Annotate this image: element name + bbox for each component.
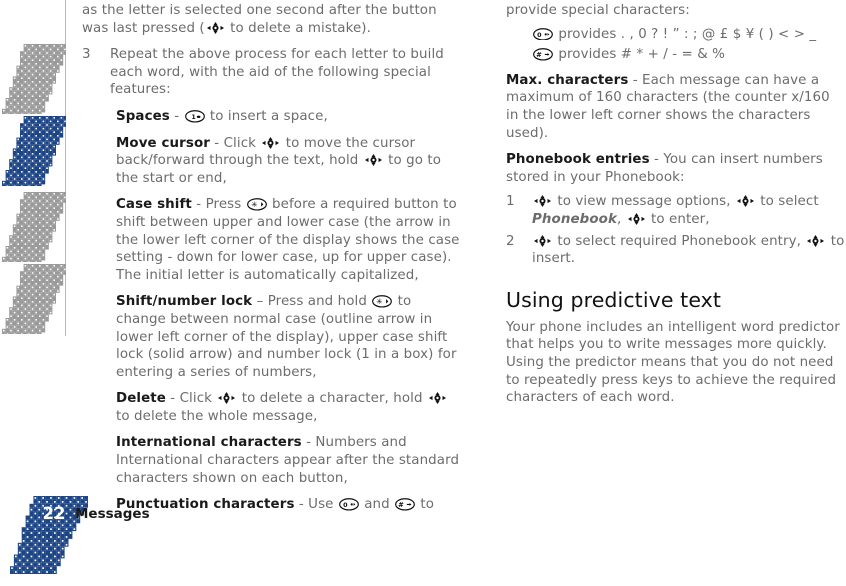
step-number: 2: [506, 233, 515, 249]
special-chars-text: provides . , 0 ? ! ” : ; @ £ $ ¥ ( ) < >…: [558, 26, 817, 42]
definition-dash: -: [301, 435, 316, 451]
step-text-3: ,: [616, 211, 626, 227]
joystick-navigation-icon: [364, 153, 383, 167]
chapter-tab-strip: [0, 0, 68, 340]
definition-term: Phonebook entries: [506, 152, 650, 168]
definition-international-characters: International characters - Numbers and I…: [82, 434, 460, 487]
list-number: 3: [82, 47, 91, 63]
chapter-tab-inactive-3[interactable]: [2, 264, 66, 336]
section-body: Your phone includes an intelligent word …: [506, 319, 840, 406]
definition-term: Spaces: [116, 108, 170, 124]
definition-dash: -: [169, 108, 184, 124]
step-text-2: to select: [755, 194, 819, 210]
definition-text-after: to delete the whole message,: [116, 408, 318, 424]
joystick-navigation-icon: [736, 194, 755, 208]
chapter-tab-inactive-2[interactable]: [2, 192, 66, 264]
definition-spaces: Spaces - 1 to insert a space,: [82, 108, 460, 126]
definition-term: International characters: [116, 435, 302, 451]
joystick-navigation-icon: [533, 234, 552, 248]
step-text-1: to view message options,: [553, 194, 735, 210]
phone-key-hash-icon: #: [533, 48, 553, 61]
svg-text:✳: ✳: [376, 297, 383, 306]
definition-max-characters: Max. characters - Each message can have …: [506, 72, 846, 142]
definition-text-before: Click: [179, 391, 217, 407]
svg-text:0: 0: [537, 31, 542, 38]
svg-text:✳: ✳: [251, 200, 258, 209]
definition-text-before: Click: [223, 135, 261, 151]
list-item-text: Repeat the above process for each letter…: [110, 47, 444, 98]
left-text-column: as the letter is selected one second aft…: [82, 0, 460, 523]
continued-line-2-before: was last pressed (: [82, 20, 205, 36]
phone-key-1-icon: 1: [184, 110, 205, 123]
definition-text: to insert a space,: [205, 108, 328, 124]
definition-dash: -: [191, 197, 206, 213]
continued-line-2-after: to delete a mistake).: [225, 20, 371, 36]
definition-text-before: Press and hold: [267, 294, 372, 310]
continued-line: provide special characters:: [506, 3, 690, 18]
chapter-tab-inactive-1[interactable]: [2, 44, 66, 116]
continued-paragraph: as the letter is selected one second aft…: [82, 2, 460, 37]
definition-phonebook-entries: Phonebook entries - You can insert numbe…: [506, 151, 846, 186]
joystick-navigation-icon: [217, 391, 236, 405]
special-chars-line-0: 0 provides . , 0 ? ! ” : ; @ £ $ ¥ ( ) <…: [506, 26, 846, 44]
svg-text:1: 1: [191, 114, 195, 121]
joystick-navigation-icon: [206, 21, 225, 35]
definition-term: Shift/number lock: [116, 294, 253, 310]
definition-term: Case shift: [116, 197, 192, 213]
joystick-navigation-icon: [261, 136, 280, 150]
page-footer: 22 Messages: [0, 490, 846, 586]
definition-dash: -: [165, 391, 180, 407]
page-number: 22: [42, 504, 66, 523]
definition-delete: Delete - Click to delete a character, ho…: [82, 390, 460, 425]
joystick-navigation-icon: [806, 234, 825, 248]
phonebook-step-1: 1 to view message options, to select Pho…: [506, 193, 846, 228]
definition-shift-number-lock: Shift/number lock – Press and hold ✳ to …: [82, 293, 460, 381]
definition-text-mid: to delete a character, hold: [237, 391, 427, 407]
joystick-navigation-icon: [627, 212, 646, 226]
definition-term: Max. characters: [506, 72, 629, 88]
continued-line-1: as the letter is selected one second aft…: [82, 3, 437, 18]
footer-section-label: Messages: [75, 506, 150, 522]
chapter-tab-active[interactable]: [2, 116, 66, 188]
joystick-navigation-icon: [428, 391, 447, 405]
definition-dash: -: [209, 135, 224, 151]
definition-dash: -: [649, 152, 664, 168]
document-page: as the letter is selected one second aft…: [0, 0, 846, 586]
definition-text-before: Press: [205, 197, 246, 213]
definition-dash: –: [252, 294, 268, 310]
special-chars-line-1: # provides # * + / - = & %: [506, 46, 846, 64]
right-text-column: provide special characters: 0 provides .…: [506, 0, 846, 416]
joystick-navigation-icon: [533, 194, 552, 208]
definition-term: Delete: [116, 391, 166, 407]
step-italic-label: Phonebook: [532, 211, 617, 227]
svg-text:#: #: [536, 51, 542, 59]
phonebook-step-2: 2 to select required Phonebook entry, to…: [506, 233, 846, 268]
definition-term: Move cursor: [116, 135, 210, 151]
phone-key-star-icon: ✳: [372, 295, 393, 308]
numbered-list-item-3: 3 Repeat the above process for each lett…: [82, 46, 460, 99]
section-heading: Using predictive text: [506, 287, 722, 312]
step-text-4: to enter,: [646, 211, 710, 227]
step-number: 1: [506, 194, 515, 210]
step-text-1: to select required Phonebook entry,: [553, 233, 806, 249]
phone-key-star-icon: ✳: [246, 198, 267, 211]
definition-dash: -: [628, 72, 643, 88]
definition-case-shift: Case shift - Press ✳ before a required b…: [82, 196, 460, 284]
special-chars-text: provides # * + / - = & %: [558, 47, 725, 63]
phone-key-0-icon: 0: [533, 27, 553, 41]
definition-move-cursor: Move cursor - Click to move the cursor b…: [82, 135, 460, 188]
